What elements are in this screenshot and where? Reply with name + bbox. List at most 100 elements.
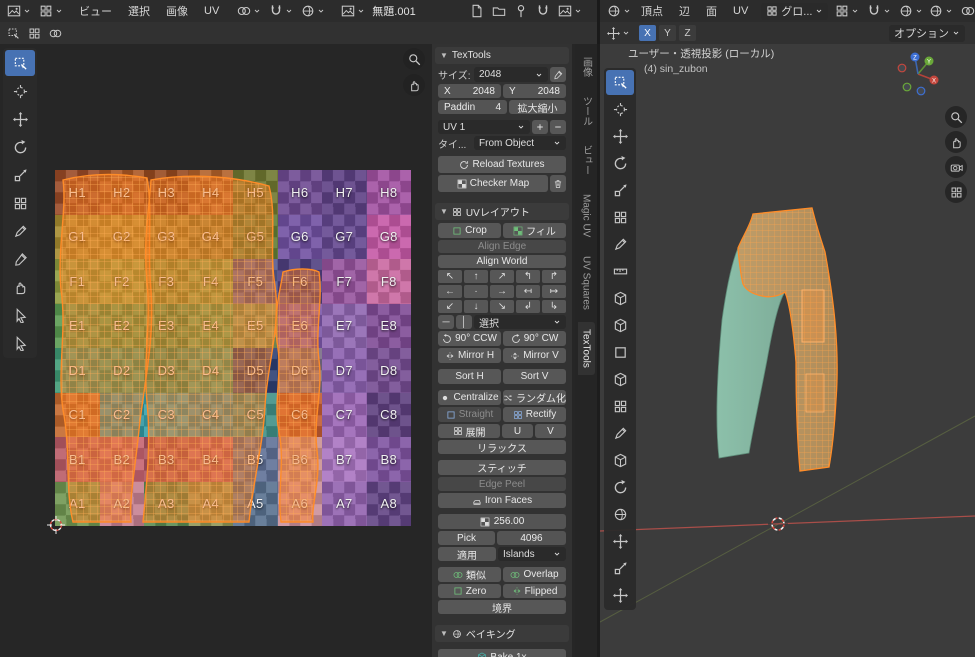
tab-magic-uv[interactable]: Magic UV <box>578 187 595 244</box>
baking-section-header[interactable]: ▼ベイキング <box>435 625 569 642</box>
bevel-tool[interactable] <box>606 367 634 392</box>
unwrap-button[interactable]: 展開 <box>438 424 500 438</box>
mirror-z-toggle[interactable]: Z <box>679 25 696 41</box>
smooth-tool[interactable] <box>606 502 634 527</box>
checker-map-button[interactable]: Checker Map <box>438 175 548 192</box>
transform-tool[interactable] <box>606 205 634 230</box>
pan-view[interactable] <box>945 131 967 153</box>
unwrap-v-button[interactable]: V <box>535 424 566 438</box>
add-uv-channel-button[interactable] <box>532 120 548 134</box>
show-gizmos[interactable] <box>926 3 956 20</box>
tweak-select-tool[interactable] <box>606 70 634 95</box>
align-edge-left-button[interactable]: ↰ <box>516 270 540 283</box>
texel-density-field[interactable]: 256.00 <box>438 514 566 529</box>
show-overlays[interactable] <box>958 3 975 20</box>
menu-uv[interactable]: UV <box>726 3 755 19</box>
align-turn-left-button[interactable]: ↲ <box>516 300 540 313</box>
loop-cut-tool[interactable] <box>606 394 634 419</box>
inset-faces-tool[interactable] <box>606 340 634 365</box>
proportional-editing[interactable] <box>298 3 328 20</box>
menu-image[interactable]: 画像 <box>159 1 195 21</box>
tool-option-2[interactable] <box>46 25 65 42</box>
new-image[interactable] <box>467 3 487 20</box>
tab-textools[interactable]: TexTools <box>578 322 595 375</box>
snap-toggle[interactable] <box>533 3 553 20</box>
sample-tool[interactable] <box>5 246 35 272</box>
align-top-right-button[interactable]: ↗ <box>490 270 514 283</box>
browse-image[interactable] <box>338 3 368 20</box>
iron-faces-button[interactable]: Iron Faces <box>438 493 566 508</box>
menu-uv[interactable]: UV <box>197 3 226 19</box>
align-vertical-toggle[interactable]: │ <box>456 315 472 329</box>
cursor-tool[interactable] <box>5 78 35 104</box>
relax-tool[interactable] <box>5 302 35 328</box>
measure-tool[interactable] <box>606 259 634 284</box>
transform-orientation-dropdown[interactable]: グロ... <box>761 3 828 20</box>
bake-button[interactable]: Bake 1x <box>438 649 566 657</box>
sort-v-button[interactable]: Sort V <box>503 369 566 384</box>
snapping[interactable] <box>266 3 296 20</box>
align-world-button[interactable]: Align World <box>438 255 566 268</box>
annotate-tool[interactable] <box>606 232 634 257</box>
align-horizontal-toggle[interactable]: ─ <box>438 315 454 329</box>
grab-tool[interactable] <box>5 274 35 300</box>
extrude-region-tool[interactable] <box>606 313 634 338</box>
zoom-view[interactable] <box>403 48 425 70</box>
align-edge-button[interactable]: Align Edge <box>438 240 566 253</box>
rotate-cw-button[interactable]: 90° CW <box>503 331 566 346</box>
mirror-h-button[interactable]: Mirror H <box>438 348 501 363</box>
texel-apply-button[interactable]: 適用 <box>438 547 496 561</box>
add-cube-tool[interactable] <box>606 286 634 311</box>
navigation-gizmo[interactable]: X Y Z <box>898 53 938 95</box>
checker-type-dropdown[interactable]: From Object <box>474 136 566 150</box>
align-left-button[interactable]: ← <box>438 285 462 298</box>
snapping[interactable] <box>864 3 894 20</box>
uv-selection-mode[interactable] <box>36 3 66 20</box>
camera-view[interactable] <box>945 156 967 178</box>
scale-tool[interactable] <box>606 178 634 203</box>
move-tool[interactable] <box>606 124 634 149</box>
uv-channel-dropdown[interactable]: UV 1 <box>438 120 530 134</box>
tab-uv-squares[interactable]: UV Squares <box>578 249 595 317</box>
select-zero-button[interactable]: Zero <box>438 584 501 598</box>
straight-button[interactable]: Straight <box>438 407 501 422</box>
pin-image[interactable] <box>511 3 531 20</box>
remove-uv-channel-button[interactable] <box>550 120 566 134</box>
shear-tool[interactable] <box>606 583 634 608</box>
stitch-button[interactable]: スティッチ <box>438 460 566 475</box>
edge-slide-tool[interactable] <box>606 529 634 554</box>
pan-view[interactable] <box>403 74 425 96</box>
transform-pivot-point[interactable] <box>832 3 862 20</box>
shrink-fatten-tool[interactable] <box>606 556 634 581</box>
tool-option-1[interactable] <box>25 25 44 42</box>
reload-textures-button[interactable]: Reload Textures <box>438 156 566 173</box>
align-center-button[interactable]: · <box>464 285 488 298</box>
align-edge-right-button[interactable]: ↱ <box>542 270 566 283</box>
poly-build-tool[interactable] <box>606 448 634 473</box>
eyedropper-button[interactable] <box>550 67 566 82</box>
rectify-button[interactable]: Rectify <box>503 407 566 422</box>
fill-button[interactable]: フィル <box>503 223 566 238</box>
texel-pick-button[interactable]: Pick <box>438 531 495 545</box>
texel-mode-dropdown[interactable]: Islands <box>498 547 566 561</box>
size-y-field[interactable]: Y2048 <box>503 84 566 98</box>
size-x-field[interactable]: X2048 <box>438 84 501 98</box>
knife-tool[interactable] <box>606 421 634 446</box>
texture-size-dropdown[interactable]: 2048 <box>474 67 548 82</box>
zoom-view[interactable] <box>945 106 967 128</box>
select-flipped-button[interactable]: Flipped <box>503 584 566 598</box>
delete-checker-button[interactable] <box>550 175 566 192</box>
edge-peel-button[interactable]: Edge Peel <box>438 477 566 491</box>
tweak-select-tool[interactable] <box>5 50 35 76</box>
uv-canvas-checker-map[interactable]: H1H2H3H4H5H6H7H8G1G2G3G4G5G6G7G8F1F2F3F4… <box>55 170 411 526</box>
sync-selection[interactable] <box>234 3 264 20</box>
active-tool-settings[interactable] <box>4 25 23 42</box>
viewport-scene[interactable]: X Y Z <box>600 44 975 657</box>
unwrap-u-button[interactable]: U <box>502 424 533 438</box>
pinch-tool[interactable] <box>5 330 35 356</box>
relax-button[interactable]: リラックス <box>438 440 566 454</box>
uv-layout-section-header[interactable]: ▼UVレイアウト <box>435 203 569 220</box>
options-dropdown[interactable]: オプション <box>889 25 965 42</box>
padding-field[interactable]: Paddin4 <box>438 100 507 114</box>
crop-button[interactable]: Crop <box>438 223 501 238</box>
